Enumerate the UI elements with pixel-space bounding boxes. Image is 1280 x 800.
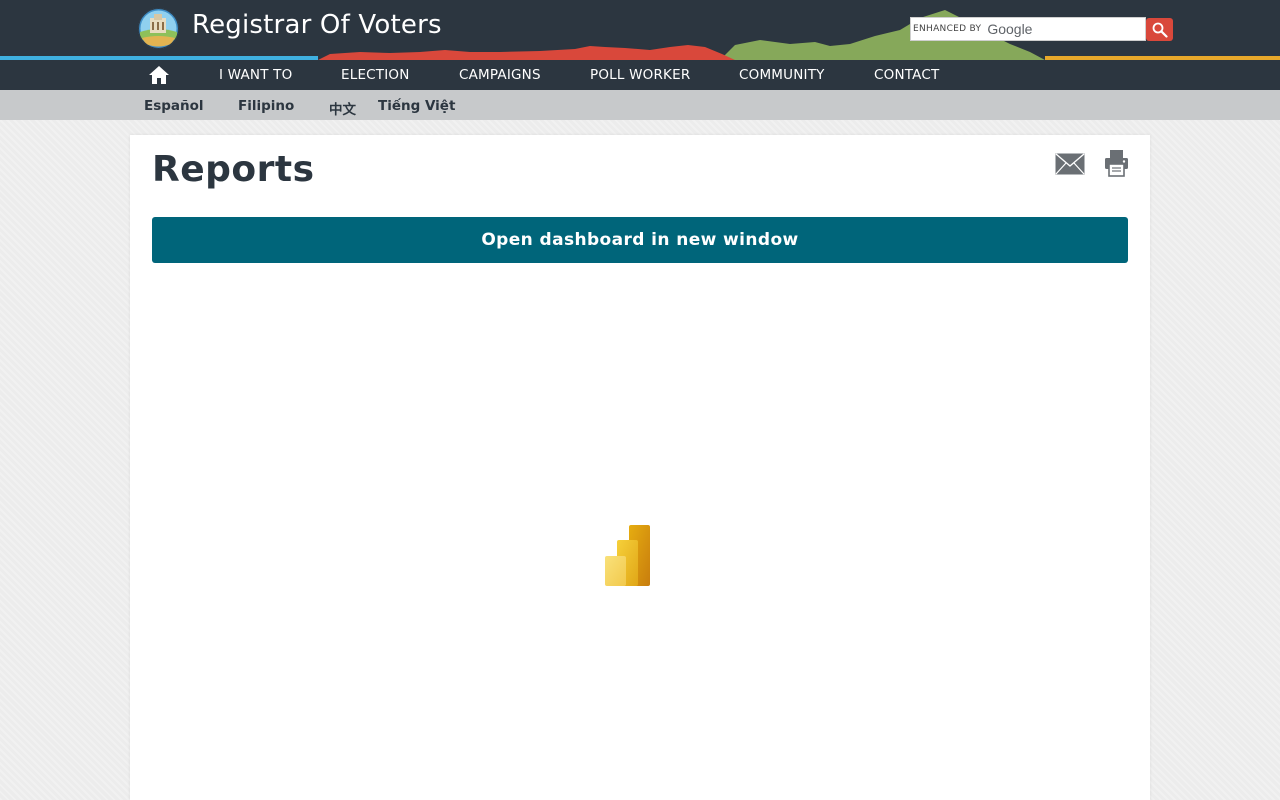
print-page-button[interactable] bbox=[1104, 149, 1129, 177]
email-page-button[interactable] bbox=[1055, 153, 1085, 175]
site-title[interactable]: Registrar Of Voters bbox=[192, 10, 442, 40]
power-bi-logo-icon bbox=[605, 525, 650, 586]
county-seal-icon bbox=[138, 8, 179, 49]
lang-vietnamese[interactable]: Tiếng Việt bbox=[378, 98, 455, 114]
language-bar: Español Filipino 中文 Tiếng Việt bbox=[0, 90, 1280, 120]
nav-item-contact[interactable]: CONTACT bbox=[874, 67, 939, 83]
nav-item-poll-worker[interactable]: POLL WORKER bbox=[590, 67, 690, 83]
nav-item-community[interactable]: COMMUNITY bbox=[739, 67, 825, 83]
search-button[interactable] bbox=[1146, 18, 1173, 41]
search-input[interactable] bbox=[911, 18, 1145, 40]
search-icon bbox=[1152, 22, 1168, 38]
nav-item-election[interactable]: ELECTION bbox=[341, 67, 410, 83]
nav-item-i-want-to[interactable]: I WANT TO bbox=[219, 67, 292, 83]
main-nav: I WANT TO ELECTION CAMPAIGNS POLL WORKER… bbox=[0, 60, 1280, 90]
open-dashboard-button[interactable]: Open dashboard in new window bbox=[152, 217, 1128, 263]
county-seal-logo[interactable] bbox=[138, 8, 179, 49]
lang-spanish[interactable]: Español bbox=[144, 98, 204, 114]
lang-chinese[interactable]: 中文 bbox=[329, 98, 356, 118]
lang-filipino[interactable]: Filipino bbox=[238, 98, 294, 114]
site-header: Registrar Of Voters ENHANCED BY Google bbox=[0, 0, 1280, 60]
home-icon bbox=[149, 66, 169, 84]
nav-home-button[interactable] bbox=[147, 64, 171, 86]
print-icon bbox=[1105, 150, 1128, 177]
mail-icon bbox=[1055, 153, 1085, 175]
page-title: Reports bbox=[152, 149, 315, 190]
main-content: Reports Open dashboard in new window bbox=[130, 135, 1150, 800]
search-box[interactable]: ENHANCED BY Google bbox=[910, 17, 1146, 41]
dashboard-embed[interactable] bbox=[152, 275, 1128, 800]
nav-item-campaigns[interactable]: CAMPAIGNS bbox=[459, 67, 541, 83]
